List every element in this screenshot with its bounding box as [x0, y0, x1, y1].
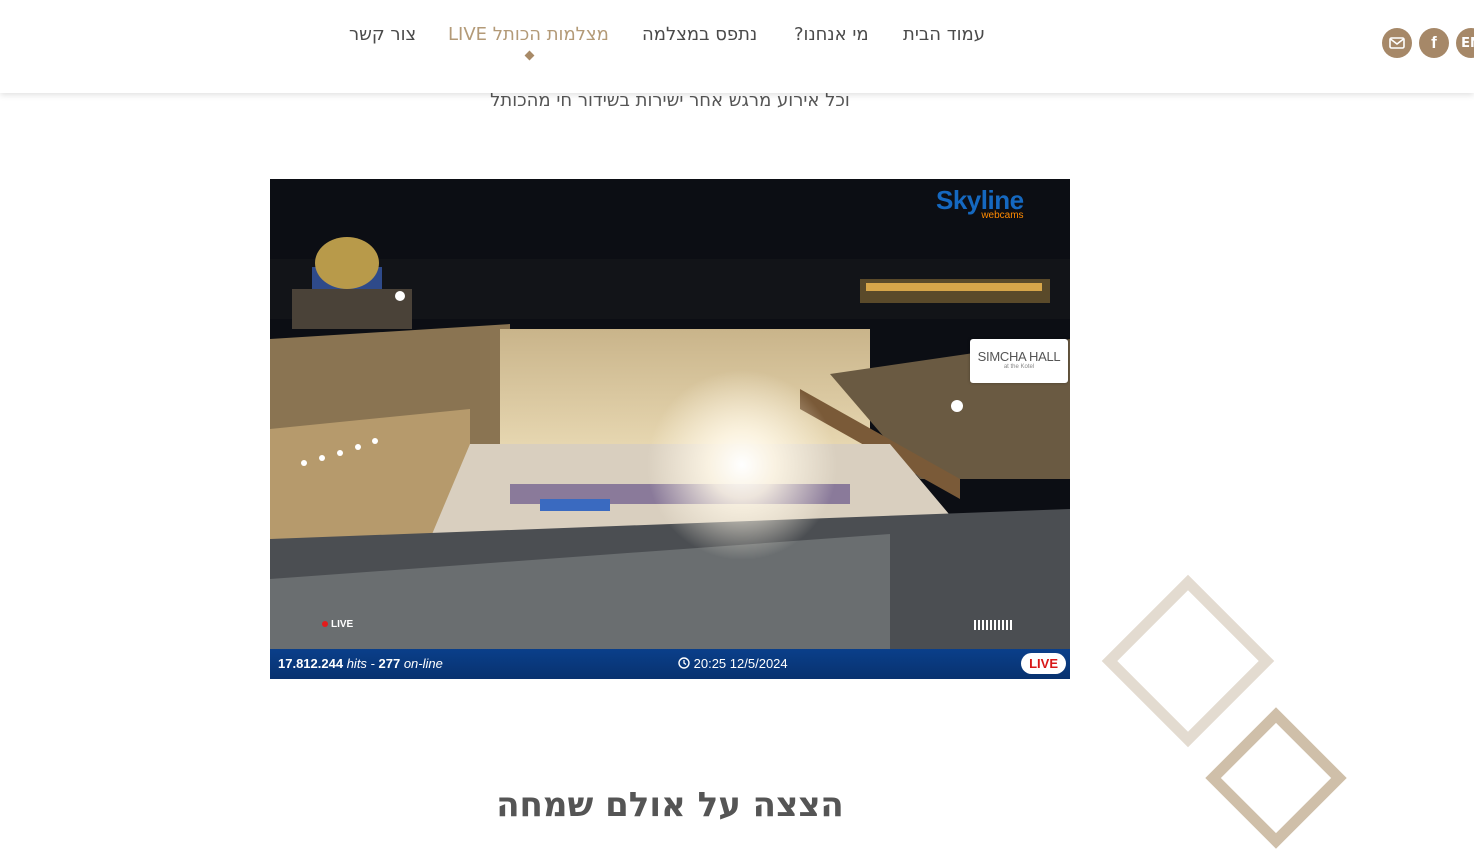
simcha-hall-overlay[interactable]: SIMCHA HALL at the Kotel: [970, 339, 1068, 383]
decorative-diamond-large: [1101, 574, 1275, 748]
online-label: on-line: [403, 656, 443, 671]
live-dot-icon: [322, 621, 328, 627]
camera-feed-image: [270, 179, 1070, 649]
simcha-hall-label: SIMCHA HALL: [977, 349, 1061, 364]
language-label: EN: [1461, 35, 1474, 51]
clock-icon: [678, 657, 690, 669]
nav-home[interactable]: עמוד הבית: [903, 24, 985, 45]
nav-about[interactable]: מי אנחנו?: [794, 24, 869, 45]
nav-contact[interactable]: צור קשר: [349, 24, 416, 45]
email-button[interactable]: [1382, 28, 1412, 58]
main-nav: עמוד הבית מי אנחנו? נתפס במצלמה מצלמות ה…: [0, 24, 1474, 54]
signal-bars-icon: [974, 620, 1014, 630]
live-badge: LIVE: [1021, 653, 1066, 674]
live-camera-player[interactable]: Skyline webcams SIMCHA HALL at the Kotel…: [270, 179, 1070, 679]
decorative-diamond-small: [1205, 707, 1347, 849]
nav-kotel-cameras-live[interactable]: מצלמות הכותל LIVE: [448, 24, 609, 45]
site-header: עמוד הבית מי אנחנו? נתפס במצלמה מצלמות ה…: [0, 0, 1474, 93]
hits-count: 17.812.244: [278, 656, 344, 671]
skyline-webcams-logo[interactable]: Skyline webcams: [936, 187, 1024, 221]
facebook-button[interactable]: f: [1419, 28, 1449, 58]
mail-icon: [1389, 37, 1405, 49]
live-indicator-small: LIVE: [322, 619, 353, 630]
date-value: 12/5/2024: [729, 656, 788, 671]
simcha-hall-sub: at the Kotel: [1003, 364, 1035, 370]
page-subtitle: וכל אירוע מרגש אחר ישירות בשידור חי מהכו…: [490, 90, 850, 111]
hits-label: hits -: [346, 656, 375, 671]
facebook-icon: f: [1431, 33, 1437, 52]
time-value: 20:25: [693, 656, 727, 671]
section-heading: הצצה על אולם שמחה: [496, 785, 844, 825]
online-count: 277: [378, 656, 401, 671]
nav-caught-on-camera[interactable]: נתפס במצלמה: [642, 24, 757, 45]
timestamp: 20:25 12/5/2024: [678, 656, 788, 671]
live-small-label: LIVE: [331, 619, 354, 630]
camera-info-bar: 17.812.244 hits - 277 on-line 20:25 12/5…: [270, 649, 1070, 679]
hits-counter: 17.812.244 hits - 277 on-line: [278, 656, 443, 671]
